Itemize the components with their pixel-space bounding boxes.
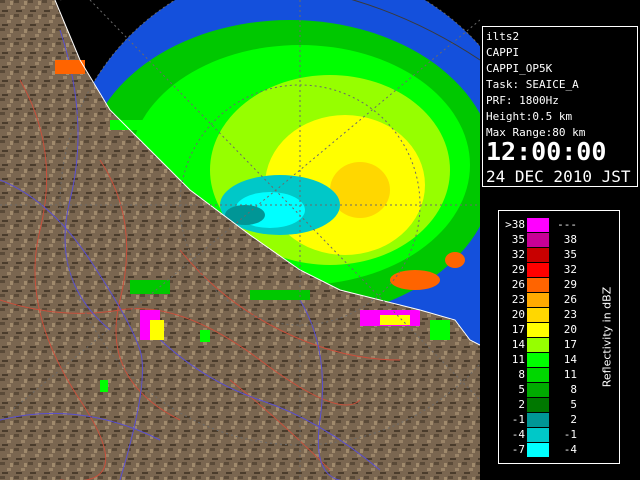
site-name: ilts2 bbox=[486, 30, 520, 43]
legend-row: 23 26 bbox=[499, 292, 589, 307]
legend-lower-bound: 5 bbox=[518, 383, 525, 396]
legend-upper-bound: 23 bbox=[563, 308, 577, 321]
task-label: Task: SEAICE_A bbox=[486, 78, 579, 91]
observation-time: 12:00:00 bbox=[486, 137, 607, 166]
radar-canvas bbox=[0, 0, 480, 480]
reflectivity-legend: >38 --- 35 38 32 35 29 32 26 29 23 26 20 23 17 20 14 17 11… bbox=[498, 210, 620, 464]
legend-lower-bound: 17 bbox=[511, 323, 525, 336]
legend-upper-bound: -1 bbox=[563, 428, 577, 441]
legend-row: 17 20 bbox=[499, 322, 589, 337]
legend-row: 29 32 bbox=[499, 262, 589, 277]
legend-color-swatch bbox=[527, 278, 549, 292]
legend-color-swatch bbox=[527, 233, 549, 247]
legend-upper-bound: 5 bbox=[570, 398, 577, 411]
legend-lower-bound: 14 bbox=[511, 338, 525, 351]
legend-row: 14 17 bbox=[499, 337, 589, 352]
legend-row: 20 23 bbox=[499, 307, 589, 322]
legend-color-swatch bbox=[527, 308, 549, 322]
info-panel: ilts2 CAPPI CAPPI_OP5K Task: SEAICE_A PR… bbox=[480, 0, 640, 480]
legend-lower-bound: 26 bbox=[511, 278, 525, 291]
legend-lower-bound: 32 bbox=[511, 248, 525, 261]
legend-lower-bound: -4 bbox=[511, 428, 525, 441]
legend-upper-bound: 29 bbox=[563, 278, 577, 291]
legend-color-swatch bbox=[527, 323, 549, 337]
legend-color-swatch bbox=[527, 218, 549, 232]
legend-row: -4 -1 bbox=[499, 427, 589, 442]
radar-info-box: ilts2 CAPPI CAPPI_OP5K Task: SEAICE_A PR… bbox=[482, 26, 638, 187]
legend-row: 8 11 bbox=[499, 367, 589, 382]
product-id: CAPPI_OP5K bbox=[486, 62, 553, 75]
legend-lower-bound: >38 bbox=[505, 218, 525, 231]
legend-color-swatch bbox=[527, 398, 549, 412]
legend-lower-bound: -1 bbox=[511, 413, 525, 426]
legend-row: 25 bbox=[499, 397, 589, 412]
prf-label: PRF: 1800Hz bbox=[486, 94, 559, 107]
legend-upper-bound: -4 bbox=[563, 443, 577, 456]
legend-upper-bound: 38 bbox=[563, 233, 577, 246]
legend-upper-bound: 17 bbox=[563, 338, 577, 351]
radar-map[interactable] bbox=[0, 0, 480, 480]
legend-color-swatch bbox=[527, 338, 549, 352]
legend-unit: Reflectivity in dBZ bbox=[595, 211, 619, 463]
legend-color-swatch bbox=[527, 383, 549, 397]
legend-lower-bound: 20 bbox=[511, 308, 525, 321]
height-label: Height:0.5 km bbox=[486, 110, 573, 123]
legend-upper-bound: --- bbox=[557, 218, 577, 231]
legend-unit-label: Reflectivity in dBZ bbox=[600, 286, 614, 388]
legend-upper-bound: 8 bbox=[570, 383, 577, 396]
legend-upper-bound: 35 bbox=[563, 248, 577, 261]
legend-row: -1 2 bbox=[499, 412, 589, 427]
legend-color-swatch bbox=[527, 248, 549, 262]
legend-row: 32 35 bbox=[499, 247, 589, 262]
legend-color-swatch bbox=[527, 353, 549, 367]
legend-color-swatch bbox=[527, 413, 549, 427]
legend-upper-bound: 20 bbox=[563, 323, 577, 336]
legend-row: 58 bbox=[499, 382, 589, 397]
legend-lower-bound: 11 bbox=[511, 353, 525, 366]
product-name: CAPPI bbox=[486, 46, 520, 59]
legend-upper-bound: 14 bbox=[563, 353, 577, 366]
legend-color-swatch bbox=[527, 368, 549, 382]
legend-color-swatch bbox=[527, 293, 549, 307]
legend-lower-bound: 8 bbox=[518, 368, 525, 381]
legend-upper-bound: 26 bbox=[563, 293, 577, 306]
observation-date: 24 DEC 2010 JST bbox=[486, 167, 631, 186]
legend-upper-bound: 11 bbox=[563, 368, 577, 381]
legend-lower-bound: 29 bbox=[511, 263, 525, 276]
legend-lower-bound: 2 bbox=[518, 398, 525, 411]
legend-row: 26 29 bbox=[499, 277, 589, 292]
legend-row: -7 -4 bbox=[499, 442, 589, 457]
legend-row: >38 --- bbox=[499, 217, 589, 232]
legend-color-swatch bbox=[527, 263, 549, 277]
legend-color-swatch bbox=[527, 428, 549, 442]
legend-upper-bound: 2 bbox=[570, 413, 577, 426]
legend-color-swatch bbox=[527, 443, 549, 457]
legend-lower-bound: -7 bbox=[511, 443, 525, 456]
legend-lower-bound: 23 bbox=[511, 293, 525, 306]
legend-row: 11 14 bbox=[499, 352, 589, 367]
legend-lower-bound: 35 bbox=[511, 233, 525, 246]
legend-row: 35 38 bbox=[499, 232, 589, 247]
legend-upper-bound: 32 bbox=[563, 263, 577, 276]
